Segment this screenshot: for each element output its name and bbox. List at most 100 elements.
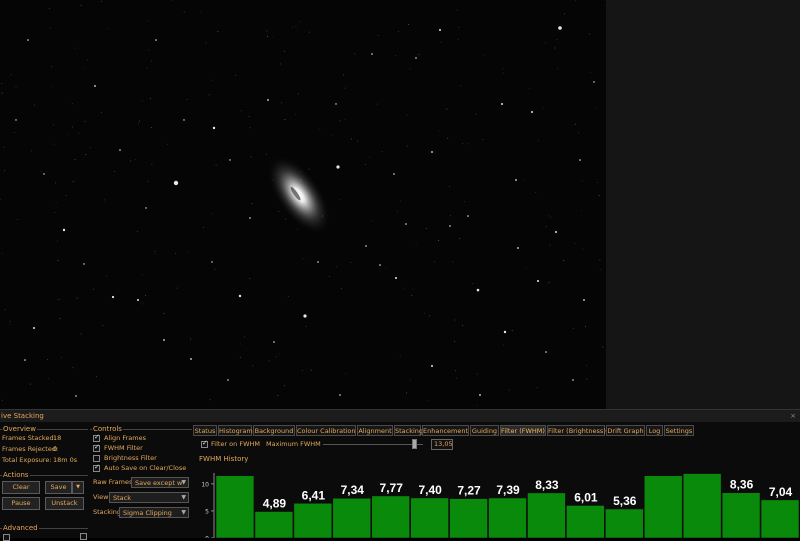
- fwhm-bar: [566, 505, 604, 538]
- star: [515, 179, 517, 181]
- faint-star: [269, 360, 270, 361]
- faint-star: [59, 299, 60, 300]
- control-checkbox-2[interactable]: [93, 455, 100, 462]
- tab-status[interactable]: Status: [193, 425, 217, 436]
- star: [479, 394, 481, 396]
- advanced-checkbox[interactable]: [3, 534, 10, 541]
- max-fwhm-input[interactable]: 13,05: [431, 439, 453, 450]
- faint-star: [309, 32, 310, 33]
- faint-star: [150, 98, 151, 99]
- faint-star: [424, 313, 425, 314]
- faint-star: [61, 357, 62, 358]
- tab-histogram[interactable]: Histogram: [218, 425, 252, 436]
- faint-star: [602, 347, 603, 348]
- tab-stacking[interactable]: Stacking: [394, 425, 421, 436]
- faint-star: [590, 72, 591, 73]
- faint-star: [484, 54, 485, 55]
- fwhm-bar: [605, 509, 643, 538]
- star: [83, 263, 84, 264]
- star: [467, 215, 469, 217]
- save-button[interactable]: Save: [45, 481, 72, 494]
- faint-star: [537, 387, 538, 388]
- faint-star: [400, 355, 401, 356]
- fwhm-bar: [683, 474, 721, 538]
- faint-star: [177, 288, 178, 289]
- faint-star: [2, 400, 3, 401]
- faint-star: [72, 367, 73, 368]
- panel-close-icon[interactable]: ×: [790, 410, 796, 422]
- fwhm-bar: [255, 512, 293, 538]
- faint-star: [96, 376, 97, 377]
- filter-on-fwhm-checkbox[interactable]: [201, 441, 208, 448]
- faint-star: [276, 356, 277, 357]
- faint-star: [319, 128, 320, 129]
- raw-frames-select[interactable]: Save except w▼: [131, 477, 189, 488]
- stacking-select[interactable]: Sigma Clipping▼: [119, 507, 189, 518]
- faint-star: [272, 36, 273, 37]
- tab-enhancement[interactable]: Enhancement: [422, 425, 469, 436]
- chevron-down-icon: ▼: [181, 493, 186, 503]
- faint-star: [378, 35, 379, 36]
- tab-alignment[interactable]: Alignment: [357, 425, 393, 436]
- faint-star: [60, 318, 61, 319]
- fwhm-bar-label: 7,27: [457, 484, 481, 498]
- star: [183, 119, 184, 120]
- stacked-image-viewer[interactable]: [0, 0, 606, 409]
- max-fwhm-slider-thumb[interactable]: [412, 439, 417, 449]
- star: [501, 103, 503, 105]
- faint-star: [600, 269, 601, 270]
- faint-star: [454, 320, 455, 321]
- faint-star: [599, 259, 600, 260]
- faint-star: [523, 180, 524, 181]
- control-checkbox-3[interactable]: [93, 465, 100, 472]
- tab-filter-brightness[interactable]: Filter (Brightness): [547, 425, 605, 436]
- faint-star: [278, 211, 279, 212]
- view-label: View: [93, 493, 108, 502]
- control-checkbox-label: FWHM Filter: [104, 444, 143, 453]
- control-checkbox-0[interactable]: [93, 435, 100, 442]
- control-checkbox-1[interactable]: [93, 445, 100, 452]
- clear-button[interactable]: Clear: [2, 481, 40, 494]
- faint-star: [345, 119, 346, 120]
- faint-star: [151, 127, 152, 128]
- tab-guiding[interactable]: Guiding: [470, 425, 499, 436]
- unstack-button[interactable]: Unstack: [45, 497, 84, 510]
- faint-star: [147, 68, 148, 69]
- faint-star: [73, 181, 74, 182]
- faint-star: [538, 140, 539, 141]
- star: [63, 229, 65, 231]
- view-select[interactable]: Stack▼: [109, 492, 189, 503]
- tab-colour-calibration[interactable]: Colour Calibration: [296, 425, 356, 436]
- y-tick-label: 5: [205, 508, 209, 515]
- faint-star: [48, 378, 49, 379]
- pause-button[interactable]: Pause: [2, 497, 40, 510]
- faint-star: [47, 359, 48, 360]
- faint-star: [16, 86, 17, 87]
- advanced-group: Advanced: [0, 528, 88, 539]
- tab-settings[interactable]: Settings: [664, 425, 694, 436]
- tab-drift-graph[interactable]: Drift Graph: [606, 425, 645, 436]
- tab-background[interactable]: Background: [253, 425, 295, 436]
- faint-star: [93, 289, 94, 290]
- star: [335, 103, 336, 104]
- faint-star: [354, 53, 355, 54]
- faint-star: [449, 186, 450, 187]
- faint-star: [476, 114, 477, 115]
- faint-star: [582, 249, 583, 250]
- faint-star: [151, 60, 152, 61]
- faint-star: [251, 203, 252, 204]
- faint-star: [413, 289, 414, 290]
- faint-star: [382, 151, 383, 152]
- y-tick-label: 10: [201, 481, 209, 488]
- save-dropdown-button[interactable]: ▼: [72, 481, 84, 494]
- faint-star: [543, 108, 544, 109]
- faint-star: [142, 274, 143, 275]
- overview-title: Overview: [2, 425, 37, 434]
- faint-star: [329, 276, 330, 277]
- tab-log[interactable]: Log: [646, 425, 663, 436]
- max-fwhm-slider-track[interactable]: [323, 444, 423, 445]
- faint-star: [147, 181, 148, 182]
- fwhm-bar-label: 8,36: [730, 478, 754, 492]
- tab-filter-fwhm[interactable]: Filter (FWHM): [500, 425, 546, 436]
- faint-star: [240, 357, 241, 358]
